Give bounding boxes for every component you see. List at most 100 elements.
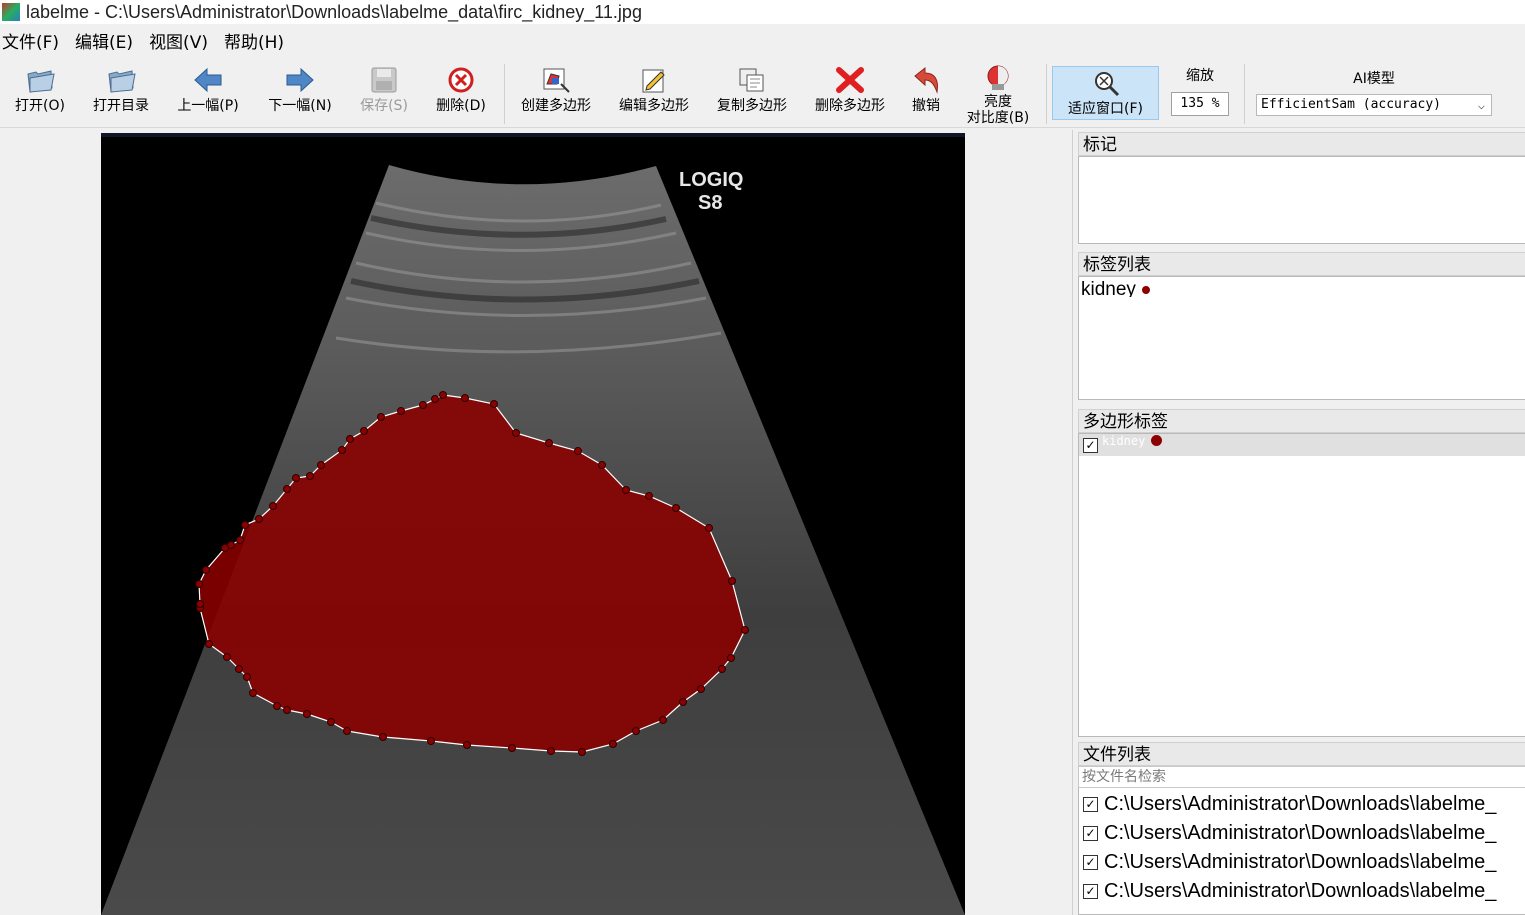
polygon-vertex-handle[interactable] [205, 640, 213, 648]
prev-image-button[interactable]: 上一幅(P) [170, 64, 246, 126]
polygon-vertex-handle[interactable] [360, 427, 368, 435]
file-list-item[interactable]: ✓ C:\Users\Administrator\Downloads\label… [1079, 790, 1525, 819]
copy-polygon-button[interactable]: 复制多边形 [710, 64, 794, 126]
polygon-vertex-handle[interactable] [306, 472, 314, 480]
polygon-vertex-handle[interactable] [195, 580, 203, 588]
polygon-vertex-handle[interactable] [223, 653, 231, 661]
open-button[interactable]: 打开(O) [10, 64, 70, 126]
menu-view[interactable]: 视图(V) [147, 30, 216, 56]
polygon-vertex-handle[interactable] [490, 400, 498, 408]
polygon-vertex-handle[interactable] [728, 577, 736, 585]
polygon-vertex-handle[interactable] [672, 504, 680, 512]
polygon-vertex-handle[interactable] [508, 744, 516, 752]
file-checkbox[interactable]: ✓ [1083, 826, 1098, 841]
polygon-vertex-handle[interactable] [243, 673, 251, 681]
open-dir-button[interactable]: 打开目录 [88, 64, 154, 126]
polygon-vertex-handle[interactable] [236, 536, 244, 544]
polygon-label-list[interactable]: ✓ kidney [1078, 433, 1525, 737]
polygon-vertex-handle[interactable] [431, 395, 439, 403]
delete-polygon-button[interactable]: 删除多边形 [808, 64, 892, 126]
delete-polygon-label: 删除多边形 [815, 98, 885, 114]
polygon-vertex-handle[interactable] [346, 435, 354, 443]
polygon-vertex-handle[interactable] [196, 600, 204, 608]
polygon-vertex-handle[interactable] [578, 748, 586, 756]
polygon-vertex-handle[interactable] [292, 474, 300, 482]
polygon-vertex-handle[interactable] [283, 706, 291, 714]
label-color-dot [1141, 285, 1150, 294]
polygon-vertex-handle[interactable] [269, 502, 277, 510]
polygon-vertex-handle[interactable] [741, 626, 749, 634]
label-list[interactable]: kidney [1078, 276, 1525, 400]
polygon-vertex-handle[interactable] [317, 461, 325, 469]
polygon-vertex-handle[interactable] [718, 665, 726, 673]
polygon-vertex-handle[interactable] [439, 391, 447, 399]
undo-label: 撤销 [912, 98, 940, 114]
file-checkbox[interactable]: ✓ [1083, 855, 1098, 870]
file-list-item[interactable]: ✓ C:\Users\Administrator\Downloads\label… [1079, 848, 1525, 877]
ultrasound-image[interactable]: LOGIQ S8 [101, 133, 965, 915]
polygon-vertex-handle[interactable] [283, 485, 291, 493]
canvas-area[interactable]: LOGIQ S8 [0, 130, 1072, 915]
undo-button[interactable]: 撤销 [904, 64, 948, 126]
file-search-input[interactable]: 按文件名检索 [1078, 766, 1525, 788]
menu-file[interactable]: 文件(F) [0, 30, 67, 56]
polygon-vertex-handle[interactable] [632, 727, 640, 735]
file-list-item[interactable]: ✓ C:\Users\Administrator\Downloads\label… [1079, 819, 1525, 848]
polygon-vertex-handle[interactable] [547, 747, 555, 755]
file-checkbox[interactable]: ✓ [1083, 884, 1098, 899]
file-checkbox[interactable]: ✓ [1083, 797, 1098, 812]
flags-panel-title: 标记 [1078, 132, 1525, 156]
polygon-vertex-handle[interactable] [303, 710, 311, 718]
ai-model-select[interactable]: EfficientSam (accuracy) ⌵ [1256, 94, 1492, 116]
next-image-button[interactable]: 下一幅(N) [262, 64, 338, 126]
polygon-vertex-handle[interactable] [397, 407, 405, 415]
zoom-control: 缩放 135 % [1160, 64, 1240, 116]
fit-window-button[interactable]: 适应窗口(F) [1052, 66, 1159, 120]
polygon-vertex-handle[interactable] [574, 447, 582, 455]
polygon-vertex-handle[interactable] [227, 541, 235, 549]
polygon-vertex-handle[interactable] [249, 689, 257, 697]
polygon-vertex-handle[interactable] [545, 439, 553, 447]
polygon-vertex-handle[interactable] [463, 741, 471, 749]
polygon-vertex-handle[interactable] [609, 740, 617, 748]
ai-model-value: EfficientSam (accuracy) [1261, 97, 1442, 112]
polygon-vertex-handle[interactable] [645, 492, 653, 500]
menu-edit[interactable]: 编辑(E) [73, 30, 141, 56]
polygon-vertex-handle[interactable] [255, 515, 263, 523]
edit-polygon-button[interactable]: 编辑多边形 [612, 64, 696, 126]
polygon-visible-checkbox[interactable]: ✓ [1083, 438, 1098, 453]
delete-file-button[interactable]: 删除(D) [430, 64, 492, 126]
file-list-item[interactable]: ✓ C:\Users\Administrator\Downloads\label… [1079, 877, 1525, 906]
polygon-vertex-handle[interactable] [377, 413, 385, 421]
polygon-vertex-handle[interactable] [419, 401, 427, 409]
polygon-vertex-handle[interactable] [622, 486, 630, 494]
polygon-vertex-handle[interactable] [659, 716, 667, 724]
polygon-vertex-handle[interactable] [202, 566, 210, 574]
toolbar-separator [1046, 64, 1047, 124]
create-polygon-button[interactable]: 创建多边形 [514, 64, 598, 126]
polygon-vertex-handle[interactable] [327, 718, 335, 726]
window-title: labelme - C:\Users\Administrator\Downloa… [26, 1, 642, 22]
polygon-vertex-handle[interactable] [235, 665, 243, 673]
polygon-vertex-handle[interactable] [273, 702, 281, 710]
polygon-vertex-handle[interactable] [461, 394, 469, 402]
polygon-vertex-handle[interactable] [427, 737, 435, 745]
polygon-vertex-handle[interactable] [598, 461, 606, 469]
polygon-label-row[interactable]: ✓ kidney [1079, 434, 1525, 456]
menu-help[interactable]: 帮助(H) [222, 30, 292, 56]
file-list[interactable]: ✓ C:\Users\Administrator\Downloads\label… [1078, 788, 1525, 915]
polygon-vertex-handle[interactable] [679, 698, 687, 706]
flags-list[interactable] [1078, 156, 1525, 244]
polygon-vertex-handle[interactable] [727, 654, 735, 662]
polygon-vertex-handle[interactable] [379, 733, 387, 741]
label-list-item[interactable]: kidney [1079, 277, 1525, 297]
polygon-vertex-handle[interactable] [697, 685, 705, 693]
polygon-vertex-handle[interactable] [512, 429, 520, 437]
save-button[interactable]: 保存(S) [352, 64, 416, 126]
polygon-vertex-handle[interactable] [338, 446, 346, 454]
polygon-vertex-handle[interactable] [343, 727, 351, 735]
zoom-spinbox[interactable]: 135 % [1171, 92, 1229, 116]
polygon-vertex-handle[interactable] [241, 521, 249, 529]
polygon-vertex-handle[interactable] [705, 524, 713, 532]
brightness-contrast-button[interactable]: 亮度 对比度(B) [960, 64, 1036, 126]
